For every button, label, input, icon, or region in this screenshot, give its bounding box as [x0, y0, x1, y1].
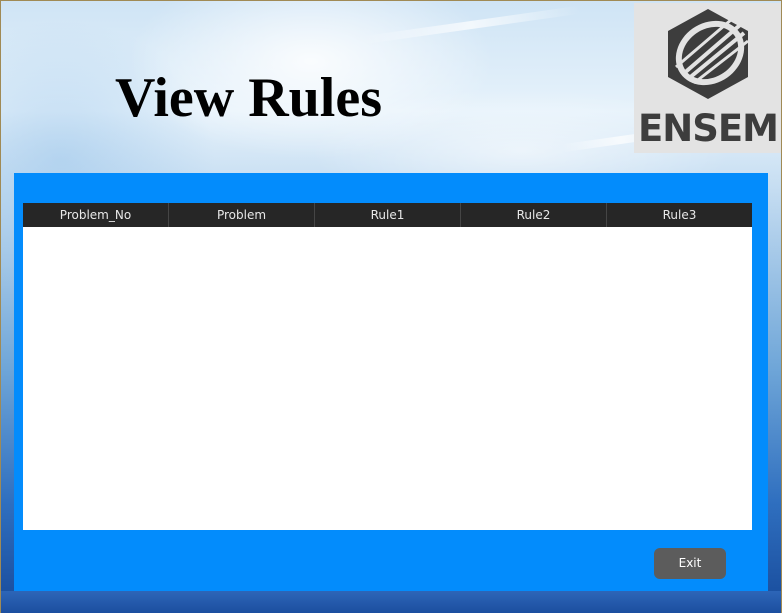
background-bottom	[1, 591, 781, 613]
table-header: Problem_No Problem Rule1 Rule2 Rule3	[23, 203, 752, 227]
rules-panel: Problem_No Problem Rule1 Rule2 Rule3 Exi…	[14, 173, 768, 591]
background-streak	[361, 5, 581, 45]
column-header-problem[interactable]: Problem	[169, 203, 315, 227]
column-header-problem-no[interactable]: Problem_No	[23, 203, 169, 227]
page-title: View Rules	[115, 67, 383, 129]
exit-button[interactable]: Exit	[654, 548, 726, 579]
ensem-globe-icon	[668, 9, 749, 99]
logo-text: ENSEM	[638, 107, 779, 150]
column-header-rule2[interactable]: Rule2	[461, 203, 607, 227]
app-window: View Rules ENSEM Problem_No Problem Rule…	[0, 0, 782, 613]
column-header-rule3[interactable]: Rule3	[607, 203, 752, 227]
ensem-logo: ENSEM	[634, 3, 781, 153]
rules-table[interactable]: Problem_No Problem Rule1 Rule2 Rule3	[23, 203, 752, 530]
column-header-rule1[interactable]: Rule1	[315, 203, 461, 227]
